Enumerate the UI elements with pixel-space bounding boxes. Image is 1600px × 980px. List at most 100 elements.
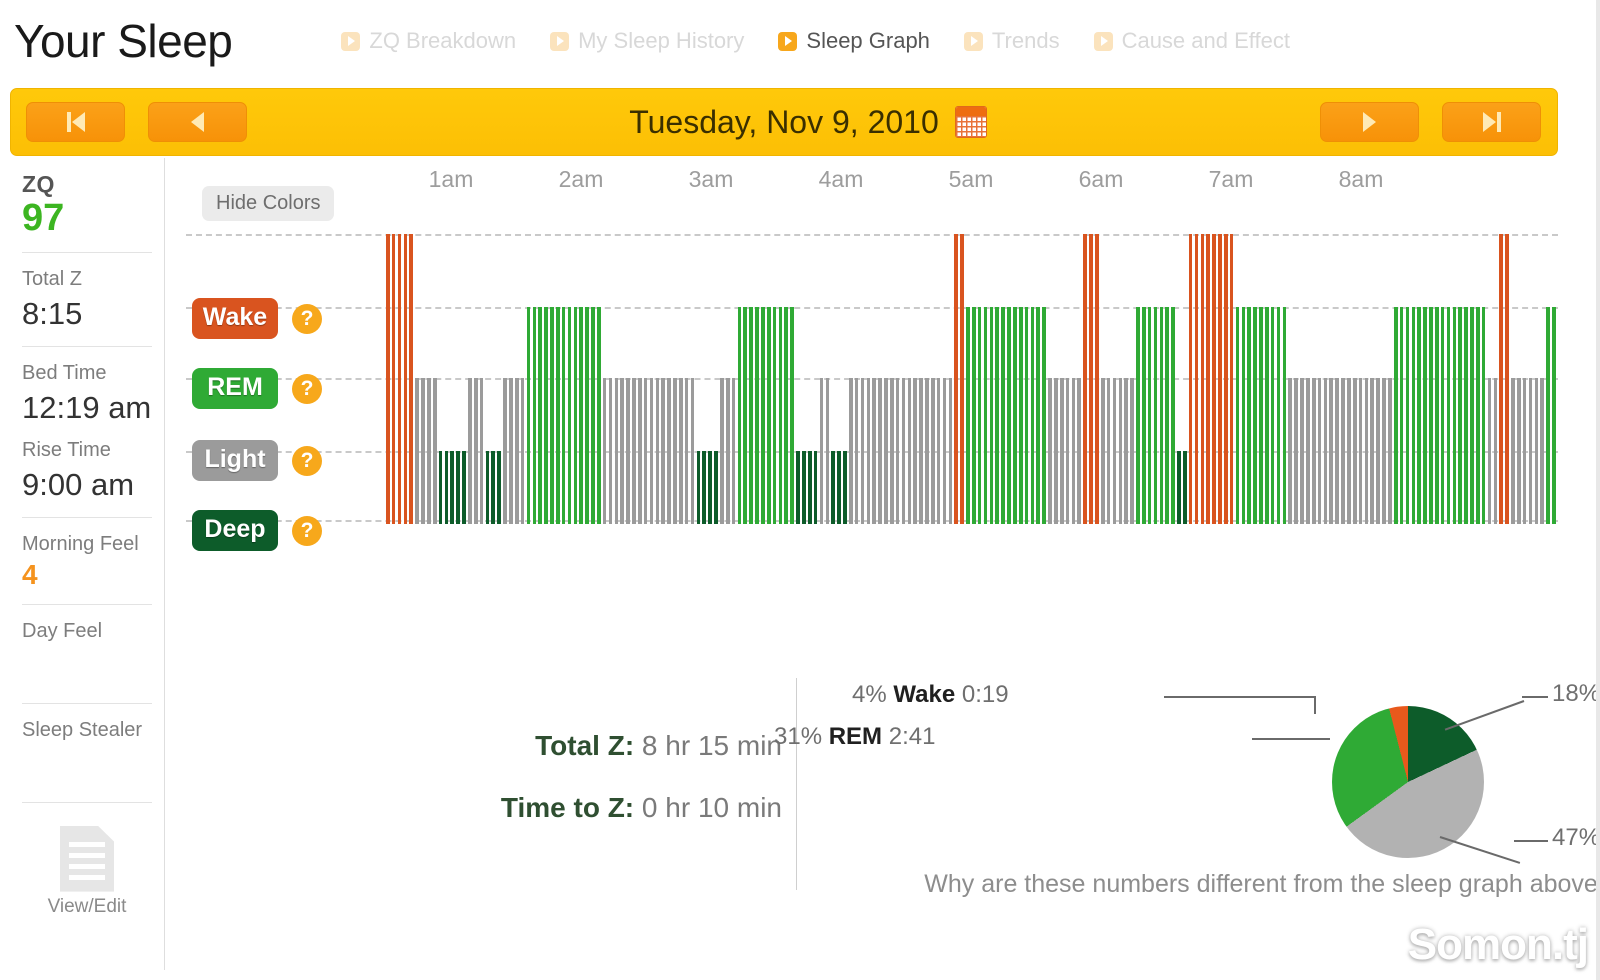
legend-pill-wake[interactable]: Wake: [192, 298, 278, 339]
sleep-composition-pie-chart: 4% Wake 0:19 31% REM 2:41 18% Deep Sleep…: [774, 658, 1600, 970]
sleep-stealer-label: Sleep Stealer: [22, 718, 143, 741]
sleep-bar-rem: [972, 307, 976, 524]
morning-feel-block[interactable]: Morning Feel 4: [22, 518, 152, 605]
sleep-bar-deep: [702, 451, 707, 524]
help-icon-deep[interactable]: ?: [292, 515, 322, 546]
hour-label-5am: 5am: [948, 166, 994, 192]
sleep-bar-wake: [1212, 234, 1216, 524]
sleep-bar-light: [421, 378, 425, 524]
sleep-bar-deep: [497, 451, 501, 524]
sleep-bar-deep: [456, 451, 460, 524]
pie-graphic[interactable]: [1332, 706, 1484, 858]
leader-line-wake: [1164, 696, 1314, 698]
sleep-bar-light: [479, 378, 484, 524]
summary-totals: Total Z: 8 hr 15 min Time to Z: 0 hr 10 …: [462, 730, 782, 854]
sleep-bar-light: [936, 378, 941, 524]
leader-line-wake-v: [1314, 696, 1316, 714]
sleep-bar-rem: [784, 307, 789, 524]
sleep-stealer-value: [22, 746, 152, 790]
pie-callout-wake: 4% Wake 0:19: [852, 681, 1009, 709]
sleep-bar-light: [1376, 378, 1380, 524]
sleep-bar-light: [1352, 378, 1357, 524]
sleep-numbers-explanation-link[interactable]: Why are these numbers different from the…: [822, 870, 1600, 899]
sleep-bar-rem: [1036, 307, 1041, 524]
last-night-button[interactable]: [1442, 102, 1541, 142]
pie-callout-light: 47% Light Sleep 4:03: [1552, 824, 1600, 852]
sleep-stealer-block[interactable]: Sleep Stealer: [22, 704, 152, 803]
sleep-bar-rem: [1165, 307, 1169, 524]
sleep-bar-rem: [1417, 307, 1421, 524]
sleep-bar-rem: [772, 307, 777, 524]
previous-night-button[interactable]: [148, 102, 247, 142]
summary-time-to-z: Time to Z: 0 hr 10 min: [462, 792, 782, 824]
tab-zq-breakdown[interactable]: ZQ Breakdown: [324, 28, 533, 54]
sleep-bar-rem: [1270, 307, 1275, 524]
tab-sleep-graph[interactable]: Sleep Graph: [761, 28, 947, 54]
sleep-bar-deep: [831, 451, 835, 524]
sleep-bar-deep: [802, 451, 806, 524]
sleep-bar-light: [907, 378, 912, 524]
sleep-bar-rem: [1235, 307, 1240, 524]
sleep-bar-light: [415, 378, 419, 524]
sleep-bar-light: [1487, 378, 1492, 524]
sleep-bar-light: [520, 378, 525, 524]
sleep-bar-wake: [391, 234, 396, 524]
view-edit-block[interactable]: View/Edit: [22, 803, 152, 930]
legend-pill-rem[interactable]: REM: [192, 368, 278, 409]
sleep-bar-light: [637, 378, 642, 524]
pie-callout-deep: 18% Deep Sleep 1:32: [1552, 680, 1600, 708]
pie-callout-rem-percent: 31%: [774, 723, 823, 750]
tab-cause-and-effect[interactable]: Cause and Effect: [1077, 28, 1307, 54]
sleep-bar-light: [901, 378, 906, 524]
help-icon-light[interactable]: ?: [292, 445, 322, 476]
sleep-bar-rem: [1440, 307, 1445, 524]
pie-callout-wake-percent: 4%: [852, 681, 887, 708]
sleep-bar-wake: [1083, 234, 1087, 524]
sleep-graph-panel: Hide Colors 1am 2am 3am 4am 5am 6am 7am 8am Wak…: [166, 158, 1600, 970]
sleep-bar-rem: [1147, 307, 1152, 524]
day-feel-block[interactable]: Day Feel: [22, 605, 152, 704]
calendar-icon[interactable]: [955, 106, 987, 138]
tab-my-sleep-history[interactable]: My Sleep History: [533, 28, 761, 54]
help-icon-rem[interactable]: ?: [292, 373, 322, 404]
sleep-bar-wake: [397, 234, 402, 524]
sleep-graph-plot[interactable]: Wake? REM? Light? Deep?: [186, 226, 1558, 551]
sleep-bar-light: [509, 378, 513, 524]
sleep-bar-light: [1516, 378, 1521, 524]
sleep-bar-deep: [807, 451, 812, 524]
pie-callout-rem-name: REM: [828, 723, 883, 750]
sleep-bar-rem: [555, 307, 560, 524]
sleep-stage-bars[interactable]: [386, 226, 1558, 524]
sleep-bar-rem: [1434, 307, 1439, 524]
sleep-bar-rem: [1001, 307, 1005, 524]
leader-line-rem: [1252, 738, 1330, 740]
sleep-bar-rem: [596, 307, 601, 524]
sleep-bar-light: [878, 378, 882, 524]
sleep-bar-light: [725, 378, 730, 524]
tab-trends[interactable]: Trends: [947, 28, 1077, 54]
sleep-bar-rem: [1265, 307, 1269, 524]
sleep-summary: Total Z: 8 hr 15 min Time to Z: 0 hr 10 …: [322, 658, 1600, 970]
pie-callout-rem-duration: 2:41: [888, 723, 936, 750]
sleep-bar-rem: [966, 307, 970, 524]
next-night-button[interactable]: [1320, 102, 1419, 142]
sleep-bar-rem: [579, 307, 583, 524]
sleep-bar-light: [643, 378, 648, 524]
hour-label-7am: 7am: [1208, 166, 1254, 192]
first-night-button[interactable]: [26, 102, 125, 142]
sleep-bar-deep: [837, 451, 841, 524]
sleep-bar-rem: [1282, 307, 1287, 524]
help-icon-wake[interactable]: ?: [292, 303, 322, 334]
zq-value: 97: [22, 197, 65, 239]
sleep-bar-rem: [544, 307, 548, 524]
sleep-bar-light: [1323, 378, 1328, 524]
sleep-bar-rem: [1136, 307, 1140, 524]
sleep-bar-light: [1341, 378, 1345, 524]
sleep-bar-rem: [1042, 307, 1046, 524]
sleep-bar-rem: [1481, 307, 1486, 524]
legend-pill-deep[interactable]: Deep: [192, 510, 278, 551]
legend-pill-light[interactable]: Light: [192, 440, 278, 481]
summary-total-z-value: 8 hr 15 min: [641, 730, 782, 761]
sleep-bar-light: [1054, 378, 1058, 524]
sleep-bar-rem: [526, 307, 531, 524]
